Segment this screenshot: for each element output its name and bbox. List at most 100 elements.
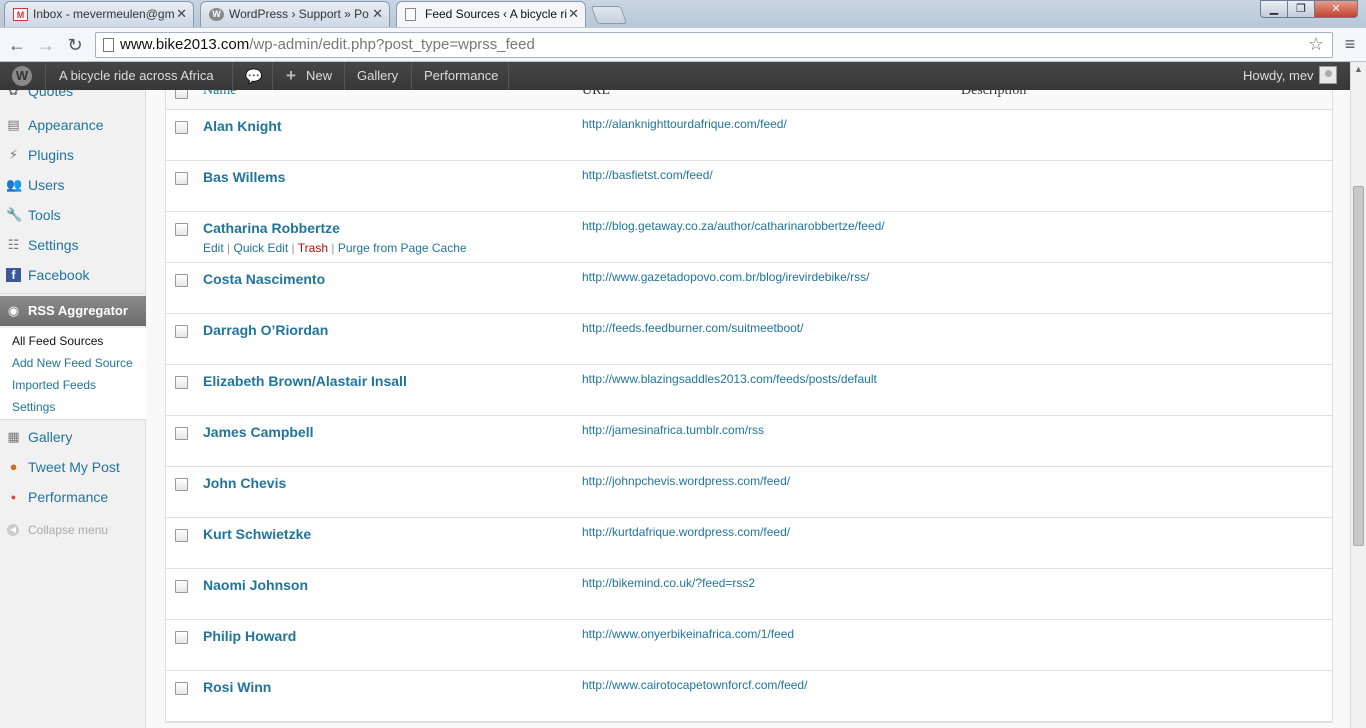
feed-url-link[interactable]: http://www.gazetadopovo.com.br/blog/irev… — [582, 270, 869, 284]
feed-name-link[interactable]: Elizabeth Brown/Alastair Insall — [203, 373, 407, 389]
row-checkbox[interactable] — [175, 274, 188, 287]
reload-icon[interactable]: ↻ — [64, 34, 86, 56]
sidebar-item-gallery[interactable]: ▦ Gallery — [0, 422, 146, 452]
feed-url-link[interactable]: http://kurtdafrique.wordpress.com/feed/ — [582, 525, 790, 539]
edit-link[interactable]: Edit — [203, 241, 224, 255]
table-row: Rosi Winn http://www.cairotocapetownforc… — [166, 671, 1332, 722]
row-checkbox[interactable] — [175, 325, 188, 338]
row-actions: Edit | Quick Edit | Trash | Purge from P… — [203, 241, 467, 255]
minimize-icon[interactable]: ▁ — [1260, 0, 1288, 18]
feed-url-link[interactable]: http://blog.getaway.co.za/author/cathari… — [582, 219, 885, 233]
wordpress-logo-icon[interactable]: W — [12, 66, 32, 86]
close-icon[interactable]: ✕ — [176, 6, 187, 22]
back-arrow-icon[interactable]: ← — [6, 34, 28, 56]
trash-link[interactable]: Trash — [298, 241, 328, 255]
row-checkbox[interactable] — [175, 376, 188, 389]
feed-url-link[interactable]: http://www.cairotocapetownforcf.com/feed… — [582, 678, 807, 692]
row-checkbox[interactable] — [175, 682, 188, 695]
sidebar-item-label: Plugins — [28, 147, 74, 163]
sidebar-item-rss-aggregator[interactable]: ◉ RSS Aggregator — [0, 296, 155, 326]
row-checkbox[interactable] — [175, 121, 188, 134]
rss-icon: ◉ — [7, 303, 20, 318]
feed-name-link[interactable]: James Campbell — [203, 424, 314, 440]
forward-arrow-icon[interactable]: → — [35, 34, 57, 56]
select-all-checkbox[interactable] — [175, 90, 188, 99]
feed-url-link[interactable]: http://johnpchevis.wordpress.com/feed/ — [582, 474, 790, 488]
browser-tab-wordpress-support[interactable]: W WordPress › Support » Po ✕ — [200, 1, 390, 27]
divider — [232, 62, 233, 90]
row-checkbox[interactable] — [175, 427, 188, 440]
submenu-add-new-feed-source[interactable]: Add New Feed Source — [12, 356, 133, 370]
close-window-icon[interactable]: ✕ — [1314, 0, 1358, 18]
row-checkbox[interactable] — [175, 478, 188, 491]
close-icon[interactable]: ✕ — [372, 6, 383, 22]
bookmark-star-icon[interactable]: ☆ — [1308, 34, 1324, 55]
feed-name-link[interactable]: Kurt Schwietzke — [203, 526, 311, 542]
submenu-imported-feeds[interactable]: Imported Feeds — [12, 378, 96, 392]
howdy-user-menu[interactable]: Howdy, mev — [1243, 62, 1314, 90]
address-bar[interactable]: www.bike2013.com/wp-admin/edit.php?post_… — [95, 32, 1333, 58]
feed-url-link[interactable]: http://basfietst.com/feed/ — [582, 168, 713, 182]
settings-icon: ☷ — [7, 237, 20, 252]
row-checkbox[interactable] — [175, 172, 188, 185]
feed-url-link[interactable]: http://alanknighttourdafrique.com/feed/ — [582, 117, 787, 131]
column-header-name[interactable]: Name — [203, 90, 236, 99]
close-icon[interactable]: ✕ — [568, 6, 579, 22]
feed-name-link[interactable]: Costa Nascimento — [203, 271, 325, 287]
tab-label: Inbox - mevermeulen@gm — [33, 7, 175, 21]
feed-url-link[interactable]: http://www.onyerbikeinafrica.com/1/feed — [582, 627, 794, 641]
sidebar-item-users[interactable]: 👥 Users — [0, 170, 146, 200]
gallery-link[interactable]: Gallery — [357, 62, 398, 90]
collapse-arrow-icon: ◀ — [7, 524, 19, 536]
sidebar-item-facebook[interactable]: f Facebook — [0, 260, 146, 290]
scroll-up-arrow-icon[interactable]: ▲ — [1354, 64, 1363, 74]
feed-name-link[interactable]: Naomi Johnson — [203, 577, 308, 593]
submenu-settings[interactable]: Settings — [12, 400, 55, 414]
page-scrollbar[interactable]: ▲ — [1350, 62, 1366, 728]
browser-tab-gmail[interactable]: M Inbox - mevermeulen@gm ✕ — [4, 1, 194, 27]
feed-name-link[interactable]: John Chevis — [203, 475, 286, 491]
feed-url-link[interactable]: http://jamesinafrica.tumblr.com/rss — [582, 423, 764, 437]
sidebar-item-tweet-my-post[interactable]: ● Tweet My Post — [0, 452, 146, 482]
tab-label: WordPress › Support » Po — [229, 7, 369, 21]
tab-label: Feed Sources ‹ A bicycle ri — [425, 7, 567, 21]
table-row: Costa Nascimento http://www.gazetadopovo… — [166, 263, 1332, 314]
sidebar-item-appearance[interactable]: ▤ Appearance — [0, 110, 146, 140]
sidebar-item-performance[interactable]: ● Performance — [0, 482, 146, 512]
feed-name-link[interactable]: Catharina Robbertze — [203, 220, 340, 236]
feed-name-link[interactable]: Philip Howard — [203, 628, 296, 644]
avatar[interactable] — [1319, 66, 1337, 84]
url-path: /wp-admin/edit.php?post_type=wprss_feed — [249, 36, 535, 53]
main-content: Name URL Description Alan Knight http://… — [146, 90, 1350, 728]
row-checkbox[interactable] — [175, 631, 188, 644]
quick-edit-link[interactable]: Quick Edit — [234, 241, 289, 255]
purge-cache-link[interactable]: Purge from Page Cache — [338, 241, 467, 255]
comments-icon[interactable]: 💬 — [245, 62, 262, 90]
sidebar-item-tools[interactable]: 🔧 Tools — [0, 200, 146, 230]
sidebar-item-settings[interactable]: ☷ Settings — [0, 230, 146, 260]
sidebar-item-plugins[interactable]: ⚡ Plugins — [0, 140, 146, 170]
separator: | — [227, 241, 231, 255]
browser-tab-feed-sources[interactable]: Feed Sources ‹ A bicycle ri ✕ — [396, 1, 586, 27]
row-checkbox[interactable] — [175, 223, 188, 236]
new-tab-button[interactable] — [590, 6, 628, 24]
feed-name-link[interactable]: Alan Knight — [203, 118, 282, 134]
scrollbar-thumb[interactable] — [1353, 186, 1364, 546]
browser-menu-icon[interactable]: ≡ — [1340, 34, 1360, 56]
feed-url-link[interactable]: http://bikemind.co.uk/?feed=rss2 — [582, 576, 755, 590]
feed-name-link[interactable]: Darragh O’Riordan — [203, 322, 328, 338]
row-checkbox[interactable] — [175, 580, 188, 593]
feed-url-link[interactable]: http://feeds.feedburner.com/suitmeetboot… — [582, 321, 803, 335]
new-content-link[interactable]: New — [306, 62, 332, 90]
submenu-all-feed-sources[interactable]: All Feed Sources — [12, 334, 103, 348]
site-name-link[interactable]: A bicycle ride across Africa — [59, 62, 214, 90]
collapse-menu-button[interactable]: ◀ Collapse menu — [0, 518, 146, 542]
row-checkbox[interactable] — [175, 529, 188, 542]
restore-icon[interactable]: ❐ — [1287, 0, 1315, 18]
feed-name-link[interactable]: Rosi Winn — [203, 679, 271, 695]
feed-name-link[interactable]: Bas Willems — [203, 169, 285, 185]
document-icon — [103, 38, 114, 52]
feed-url-link[interactable]: http://www.blazingsaddles2013.com/feeds/… — [582, 372, 877, 386]
users-icon: 👥 — [6, 177, 23, 192]
performance-link[interactable]: Performance — [424, 62, 498, 90]
